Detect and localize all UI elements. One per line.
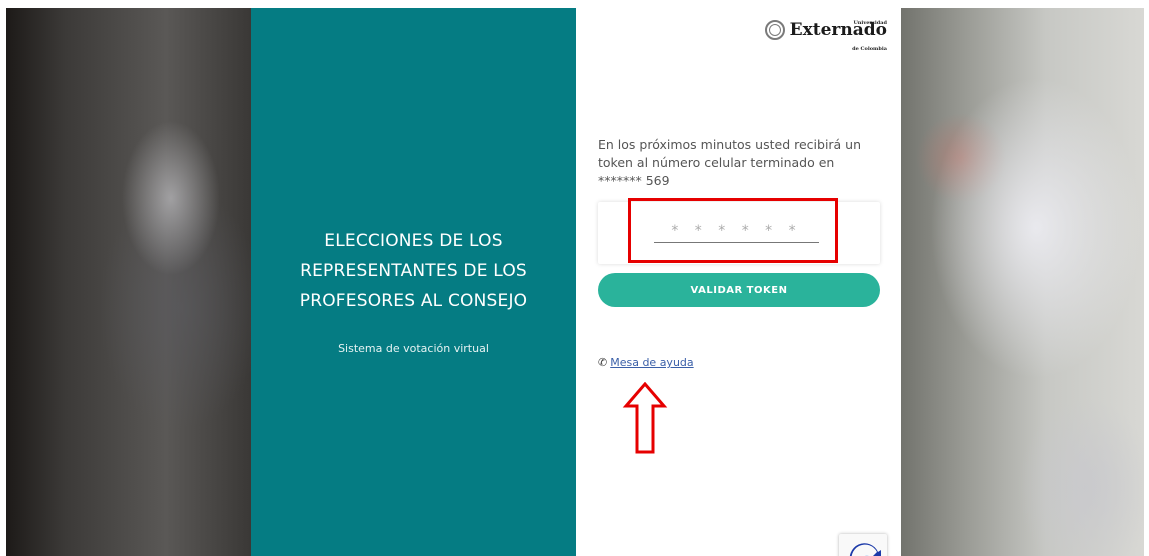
token-message-line: En los próximos minutos usted recibirá u… (598, 137, 862, 152)
system-subtitle: Sistema de votación virtual (338, 342, 489, 355)
help-desk: ✆ Mesa de ayuda (598, 356, 694, 369)
logo-top-text: Universidad (853, 20, 887, 26)
election-title-line: ELECCIONES DE LOS (324, 231, 503, 251)
token-message: En los próximos minutos usted recibirá u… (598, 136, 878, 190)
token-input-highlight (628, 198, 838, 263)
election-info-panel: ELECCIONES DE LOS REPRESENTANTES DE LOS … (251, 8, 576, 556)
page-frame: ELECCIONES DE LOS REPRESENTANTES DE LOS … (6, 8, 1144, 556)
token-message-line: token al número celular terminado en (598, 155, 835, 170)
election-title-line: PROFESORES AL CONSEJO (299, 291, 528, 311)
token-message-line: ******* 569 (598, 173, 670, 188)
phone-icon: ✆ (598, 356, 608, 369)
university-logo: Universidad Externado de Colombia (764, 20, 887, 52)
election-title-line: REPRESENTANTES DE LOS (300, 261, 527, 281)
election-title: ELECCIONES DE LOS REPRESENTANTES DE LOS … (271, 226, 556, 316)
recaptcha-badge[interactable] (839, 534, 887, 556)
recaptcha-icon (849, 543, 881, 556)
university-seal-icon (764, 20, 785, 40)
help-desk-link[interactable]: Mesa de ayuda (610, 356, 693, 369)
validate-token-button[interactable]: VALIDAR TOKEN (598, 273, 880, 307)
logo-bottom-text: de Colombia (852, 46, 887, 52)
logo-wordmark: Universidad Externado de Colombia (790, 20, 887, 52)
up-arrow-annotation-icon (622, 382, 668, 454)
token-panel: Universidad Externado de Colombia En los… (576, 8, 901, 556)
